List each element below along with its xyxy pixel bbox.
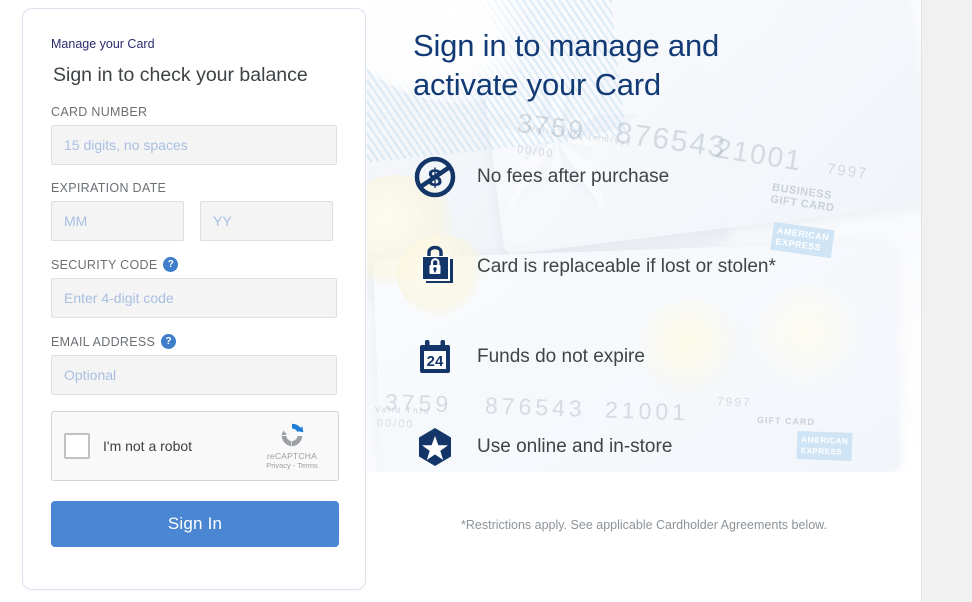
field-security-code: SECURITY CODE ? (51, 257, 337, 318)
hero-title: Sign in to manage and activate your Card (413, 28, 720, 102)
star-badge-icon (413, 425, 467, 469)
recaptcha-legal-links[interactable]: Privacy - Terms (256, 461, 328, 470)
signin-card: Manage your Card Sign in to check your b… (22, 8, 366, 590)
feature-item-replaceable: Card is replaceable if lost or stolen* (413, 222, 891, 312)
sign-in-button[interactable]: Sign In (51, 501, 339, 547)
right-gutter (921, 0, 972, 602)
recaptcha-logo-icon (281, 423, 304, 447)
expiration-date-label-text: EXPIRATION DATE (51, 181, 167, 195)
hero-content: Sign in to manage and activate your Card… (367, 0, 921, 492)
security-code-label-text: SECURITY CODE (51, 257, 158, 272)
recaptcha-brand-name: reCAPTCHA (267, 451, 317, 461)
calendar-24-icon: 24 (413, 335, 467, 379)
feature-label: Funds do not expire (477, 346, 645, 367)
security-code-input[interactable] (51, 278, 337, 318)
card-number-label-text: CARD NUMBER (51, 105, 148, 119)
email-address-label: EMAIL ADDRESS ? (51, 334, 337, 349)
field-expiration-date: EXPIRATION DATE (51, 181, 337, 241)
feature-list: $ No fees after purchase (413, 132, 891, 492)
recaptcha-label: I'm not a robot (103, 438, 193, 454)
field-card-number: CARD NUMBER (51, 105, 337, 165)
recaptcha-checkbox[interactable] (64, 433, 90, 459)
expiration-month-input[interactable] (51, 201, 184, 241)
expiration-inputs-row (51, 201, 337, 241)
manage-your-card-link[interactable]: Manage your Card (51, 37, 155, 51)
email-address-label-text: EMAIL ADDRESS (51, 334, 156, 349)
feature-item-online-instore: Use online and in-store (413, 402, 891, 492)
security-code-label: SECURITY CODE ? (51, 257, 337, 272)
lock-bag-icon (413, 245, 467, 289)
svg-text:24: 24 (427, 353, 444, 370)
feature-label: Card is replaceable if lost or stolen* (477, 256, 776, 277)
expiration-date-label: EXPIRATION DATE (51, 181, 337, 195)
feature-label: Use online and in-store (477, 436, 673, 457)
email-address-help-icon[interactable]: ? (161, 334, 177, 349)
email-address-input[interactable] (51, 355, 337, 395)
recaptcha-branding: reCAPTCHA Privacy - Terms (256, 420, 328, 470)
hero-panel: 3759 876543 21001 7997 3759 876543 21001… (367, 0, 921, 602)
no-fees-icon: $ (413, 155, 467, 199)
feature-label: No fees after purchase (477, 166, 670, 187)
card-number-input[interactable] (51, 125, 337, 165)
feature-item-no-expiry: 24 Funds do not expire (413, 312, 891, 402)
recaptcha-widget[interactable]: I'm not a robot reCAPTCHA Privacy - Term… (51, 411, 339, 481)
expiration-year-input[interactable] (200, 201, 333, 241)
security-code-help-icon[interactable]: ? (163, 257, 179, 272)
field-email-address: EMAIL ADDRESS ? (51, 334, 337, 395)
page-root: 3759 876543 21001 7997 3759 876543 21001… (0, 0, 972, 602)
feature-item-no-fees: $ No fees after purchase (413, 132, 891, 222)
signin-card-title: Sign in to check your balance (53, 64, 308, 86)
restrictions-note: *Restrictions apply. See applicable Card… (461, 518, 827, 532)
card-number-label: CARD NUMBER (51, 105, 337, 119)
